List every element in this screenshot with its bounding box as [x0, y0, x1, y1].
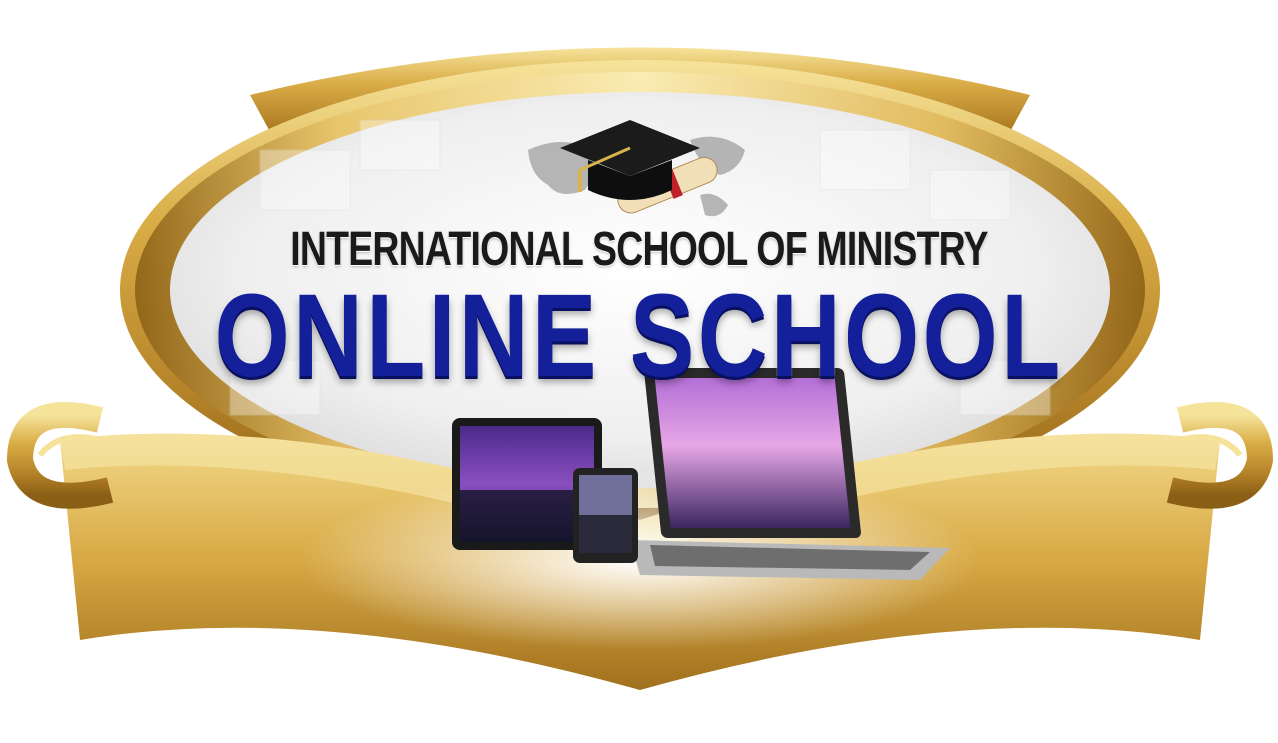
online-school-title: ONLINE SCHOOL: [214, 270, 1064, 402]
phone-icon: [573, 468, 638, 563]
